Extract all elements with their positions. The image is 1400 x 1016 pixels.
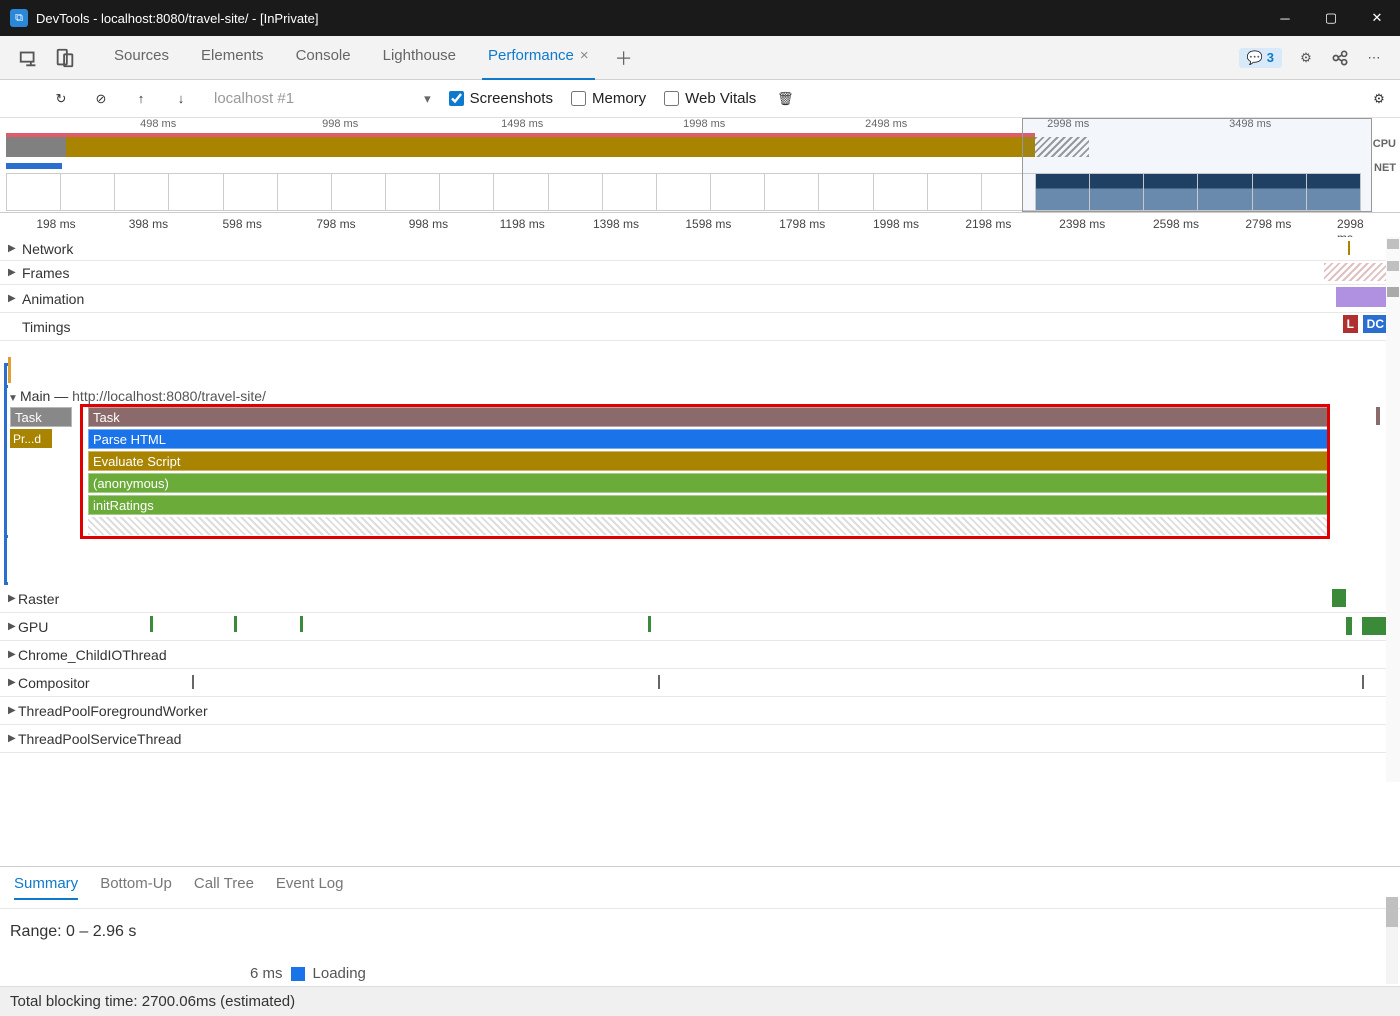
app-icon: ⧉ <box>10 9 28 27</box>
timeline-ruler: 198 ms 398 ms 598 ms 798 ms 998 ms 1198 … <box>0 213 1400 237</box>
dock-side-icon[interactable] <box>1330 48 1350 68</box>
flame-task-prd[interactable]: Pr...d <box>10 429 52 448</box>
add-tab-button[interactable]: ＋ <box>605 37 643 79</box>
issues-badge[interactable]: 💬 3 <box>1239 48 1282 68</box>
net-label: NET <box>1374 162 1396 174</box>
performance-toolbar: ↻ ⊘ ↑ ↓ localhost #1 ▾ Screenshots Memor… <box>0 80 1400 118</box>
bottom-panel: Summary Bottom-Up Call Tree Event Log Ra… <box>0 866 1400 986</box>
delete-button[interactable]: 🗑 <box>774 88 796 110</box>
save-profile-button[interactable]: ↓ <box>170 88 192 110</box>
tab-bottomup[interactable]: Bottom-Up <box>100 875 172 900</box>
overview-tick: 998 ms <box>322 118 358 130</box>
timing-dcl-badge[interactable]: DC <box>1363 315 1388 333</box>
tab-eventlog[interactable]: Event Log <box>276 875 344 900</box>
threadpool-fg-track[interactable]: ▶ThreadPoolForegroundWorker <box>0 697 1400 725</box>
tracks-panel: ▶Network ▶Frames ▶Animation ▶Timings L D… <box>0 237 1400 782</box>
timing-lcp-badge[interactable]: L <box>1343 315 1358 333</box>
capture-settings-icon[interactable]: ⚙ <box>1368 88 1390 110</box>
recording-selector[interactable]: localhost #1 <box>210 90 298 107</box>
tab-performance[interactable]: Performance× <box>472 37 605 79</box>
cpu-label: CPU <box>1373 138 1396 150</box>
clear-button[interactable]: ⊘ <box>90 88 112 110</box>
tab-elements[interactable]: Elements <box>185 37 280 79</box>
settings-icon[interactable]: ⚙ <box>1296 48 1316 68</box>
timings-track[interactable]: ▶Timings L DC <box>0 313 1400 341</box>
reload-record-button[interactable]: ↻ <box>50 88 72 110</box>
tab-lighthouse[interactable]: Lighthouse <box>367 37 472 79</box>
web-vitals-checkbox[interactable]: Web Vitals <box>664 90 756 107</box>
chrome-childio-track[interactable]: ▶Chrome_ChildIOThread <box>0 641 1400 669</box>
window-title: DevTools - localhost:8080/travel-site/ -… <box>36 11 319 26</box>
compositor-track[interactable]: ▶Compositor <box>0 669 1400 697</box>
dropdown-caret-icon[interactable]: ▾ <box>424 91 431 107</box>
raster-track[interactable]: ▶Raster <box>0 585 1400 613</box>
main-thread-track[interactable]: ▼Main — http://localhost:8080/travel-sit… <box>0 385 1400 585</box>
threadpool-svc-track[interactable]: ▶ThreadPoolServiceThread <box>0 725 1400 753</box>
tab-calltree[interactable]: Call Tree <box>194 875 254 900</box>
frames-track[interactable]: ▶Frames <box>0 261 1400 285</box>
status-bar: Total blocking time: 2700.06ms (estimate… <box>0 986 1400 1016</box>
load-profile-button[interactable]: ↑ <box>130 88 152 110</box>
status-text: Total blocking time: 2700.06ms (estimate… <box>10 993 295 1010</box>
minimize-button[interactable]: ─ <box>1262 0 1308 36</box>
network-track[interactable]: ▶Network <box>0 237 1400 261</box>
maximize-button[interactable]: ▢ <box>1308 0 1354 36</box>
animation-track[interactable]: ▶Animation <box>0 285 1400 313</box>
overview-tick: 1998 ms <box>683 118 725 130</box>
tab-console[interactable]: Console <box>280 37 367 79</box>
tab-close-icon[interactable]: × <box>580 47 589 64</box>
range-text: Range: 0 – 2.96 s <box>0 909 1400 955</box>
highlight-box <box>80 404 1330 539</box>
screenshots-checkbox[interactable]: Screenshots <box>449 90 553 107</box>
overview-tick: 498 ms <box>140 118 176 130</box>
loading-color-swatch <box>291 967 305 981</box>
device-toggle-icon[interactable] <box>54 47 76 69</box>
bottom-scrollbar[interactable] <box>1386 897 1398 984</box>
gpu-track[interactable]: ▶GPU <box>0 613 1400 641</box>
overview-selection[interactable] <box>1022 118 1372 212</box>
tab-sources[interactable]: Sources <box>98 37 185 79</box>
timeline-overview[interactable]: 498 ms 998 ms 1498 ms 1998 ms 2498 ms 29… <box>0 118 1400 213</box>
tab-summary[interactable]: Summary <box>14 875 78 900</box>
more-menu-icon[interactable]: ⋯ <box>1364 48 1384 68</box>
inspect-element-icon[interactable] <box>18 47 40 69</box>
overview-tick: 2498 ms <box>865 118 907 130</box>
memory-checkbox[interactable]: Memory <box>571 90 646 107</box>
close-button[interactable]: ✕ <box>1354 0 1400 36</box>
flame-task-short[interactable]: Task <box>10 407 72 427</box>
record-button[interactable] <box>10 88 32 110</box>
legend-loading: 6 ms Loading <box>250 965 366 982</box>
overview-tick: 1498 ms <box>501 118 543 130</box>
tracks-scrollbar[interactable] <box>1386 237 1400 782</box>
devtools-tab-bar: Sources Elements Console Lighthouse Perf… <box>0 36 1400 80</box>
window-titlebar: ⧉ DevTools - localhost:8080/travel-site/… <box>0 0 1400 36</box>
